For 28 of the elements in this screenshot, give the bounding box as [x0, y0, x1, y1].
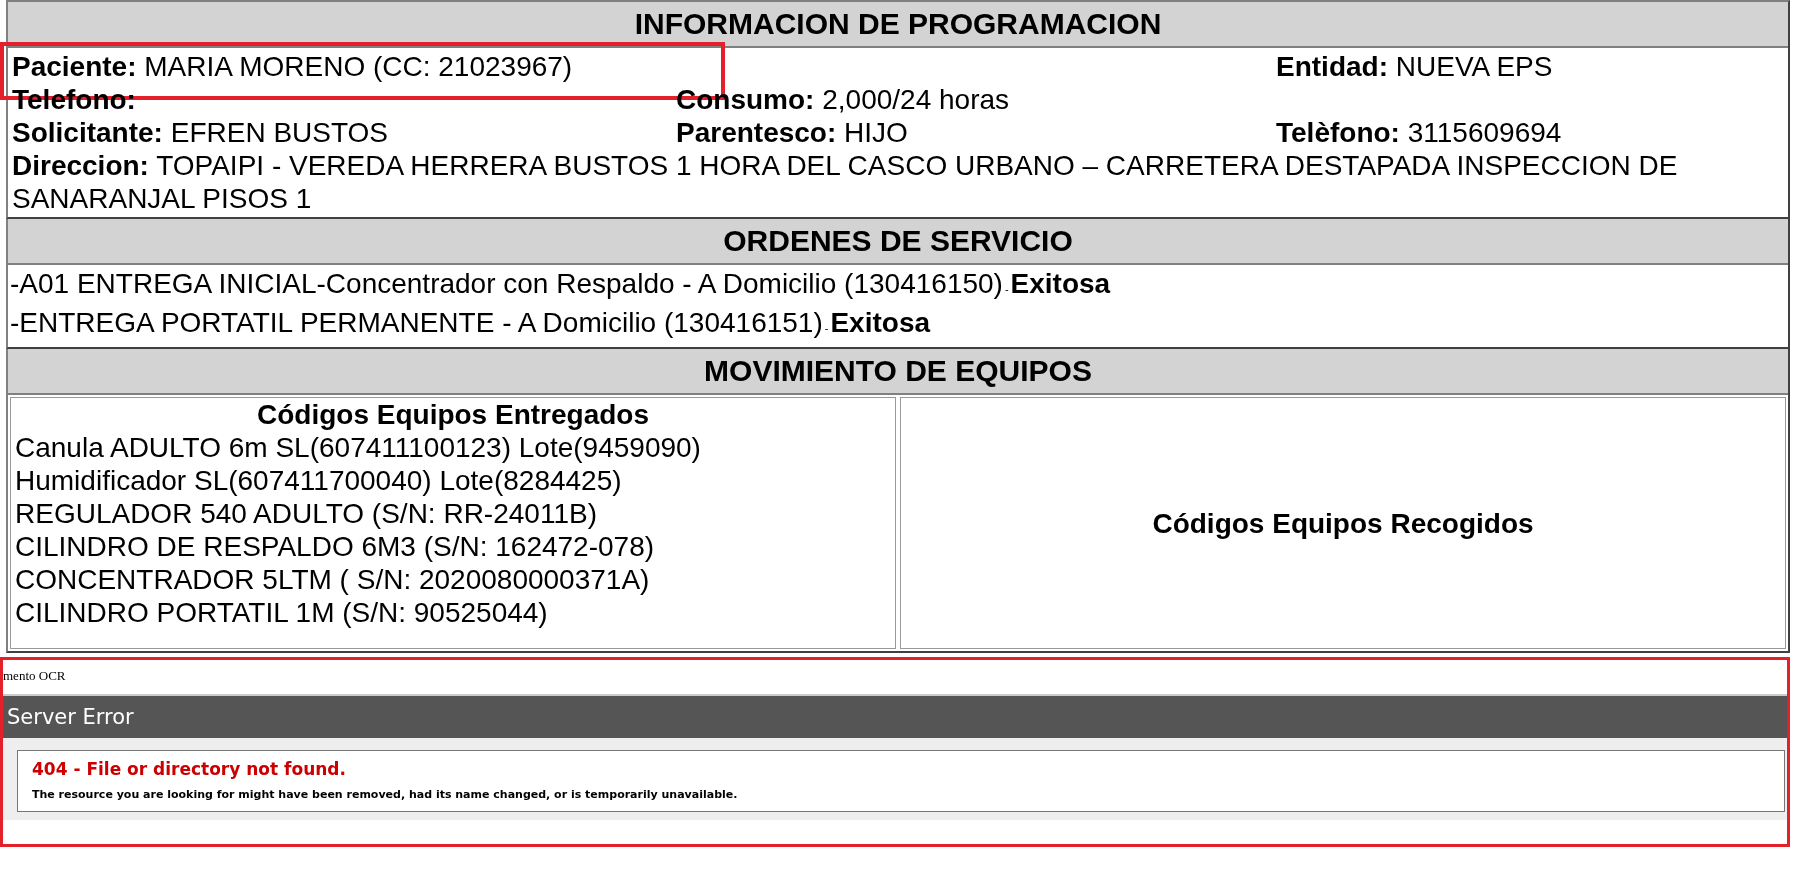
section-header: INFORMACION DE PROGRAMACION — [8, 2, 1788, 48]
info-field: Consumo: 2,000/24 horas — [676, 84, 1010, 115]
column-title: Códigos Equipos Entregados — [256, 398, 650, 431]
separator-text: - — [824, 322, 829, 334]
equipment-item: CILINDRO DE RESPALDO 6M3 (S/N: 162472-078) — [15, 530, 656, 563]
equipment-item: REGULADOR 540 ADULTO (S/N: RR-24011B) — [15, 497, 598, 530]
equipment-item: Humidificador SL(607411700040) Lote(8284425) — [15, 464, 623, 497]
info-field: Paciente: MARIA MORENO (CC: 21023967) — [12, 51, 573, 82]
error-header: Server Error — [3, 694, 1787, 738]
address-field: Direccion: TOPAIPI - VEREDA HERRERA BUSTOS 1 HORA DEL CASCO URBANO – CARRETERA DESTAPADA INSPECCION DE SANARANJAL PISOS 1 — [12, 149, 1784, 215]
section-header: MOVIMIENTO DE EQUIPOS — [8, 349, 1788, 395]
order-text: -A01 ENTREGA INICIAL-Concentrador con Respaldo - A Domicilio (130416150) — [10, 268, 1003, 299]
error-title: 404 - File or directory not found. — [32, 758, 347, 781]
equipment-item: Canula ADULTO 6m SL(607411100123) Lote(9459090) — [15, 431, 702, 464]
info-field: Entidad: NUEVA EPS — [1276, 51, 1553, 82]
info-field: Parentesco: HIJO — [676, 117, 908, 148]
info-field: Telèfono: 3115609694 — [1276, 117, 1562, 148]
order-status: Exitosa — [830, 307, 931, 338]
order-status: Exitosa — [1010, 268, 1111, 299]
cut-text: mento OCR — [3, 667, 67, 685]
column-title: Códigos Equipos Recogidos — [1152, 506, 1534, 540]
order-text: -ENTREGA PORTATIL PERMANENTE - A Domicilio (130416151) — [10, 307, 823, 338]
equipment-item: CILINDRO PORTATIL 1M (S/N: 90525044) — [15, 596, 549, 629]
separator-text: - — [1004, 283, 1009, 295]
error-message: The resource you are looking for might have been removed, had its name changed, or is temporarily unavailable. — [32, 787, 739, 803]
section-header: ORDENES DE SERVICIO — [8, 219, 1788, 265]
info-field: Solicitante: EFREN BUSTOS — [12, 117, 388, 148]
equipment-item: CONCENTRADOR 5LTM ( S/N: 2020080000371A) — [15, 563, 651, 596]
